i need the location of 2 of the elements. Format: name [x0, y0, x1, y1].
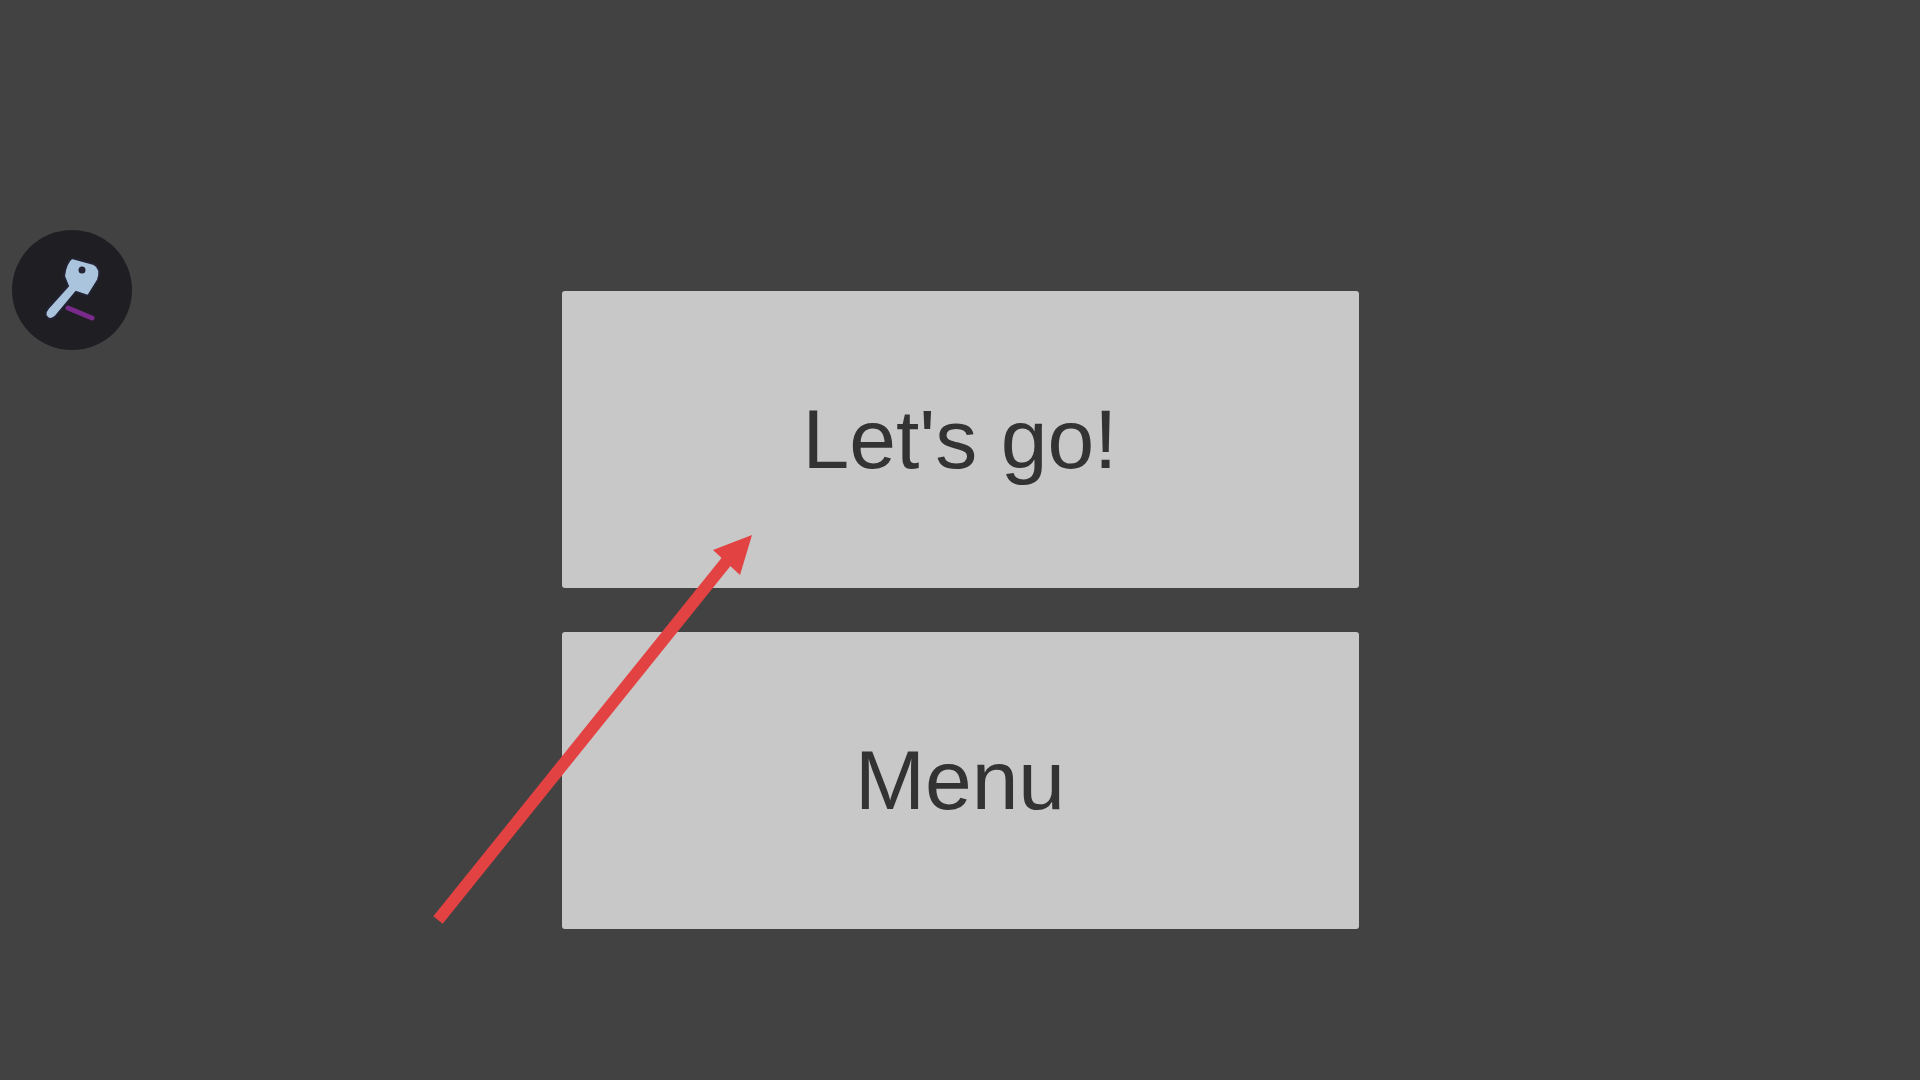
menu-button[interactable]: Let's go!: [561, 291, 1359, 588]
menu-button[interactable]: Menu: [561, 632, 1359, 929]
